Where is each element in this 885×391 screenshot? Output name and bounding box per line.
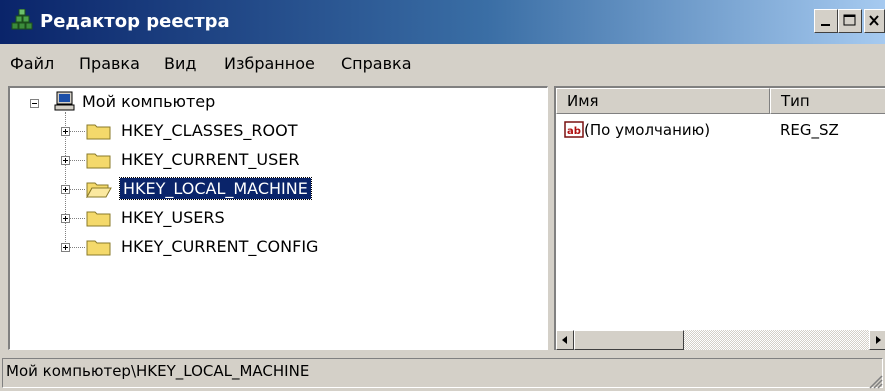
folder-icon	[86, 124, 111, 140]
registry-tree-pane[interactable]: Мой компьютер HKEY_CLASSES_ROOT HKEY_CUR…	[8, 86, 548, 350]
value-type: REG_SZ	[780, 121, 839, 139]
scroll-left-icon	[562, 336, 567, 344]
expand-toggle[interactable]	[61, 214, 70, 223]
scroll-right-icon	[876, 336, 881, 344]
column-header-name[interactable]: Имя	[556, 88, 770, 114]
resize-grip-icon[interactable]	[867, 373, 883, 389]
status-bar: Мой компьютер\HKEY_LOCAL_MACHINE	[0, 356, 885, 391]
menu-favorites[interactable]: Избранное	[224, 54, 315, 73]
folder-icon	[86, 153, 111, 169]
minimize-button[interactable]	[814, 9, 838, 33]
registry-editor-icon	[11, 9, 33, 30]
tree-node-hkey-current-user[interactable]: HKEY_CURRENT_USER	[121, 150, 299, 169]
expand-toggle[interactable]	[61, 243, 70, 252]
tree-node-hkey-local-machine[interactable]: HKEY_LOCAL_MACHINE	[119, 177, 312, 200]
title-bar[interactable]: Редактор реестра	[0, 0, 885, 44]
scroll-thumb[interactable]	[574, 330, 684, 350]
registry-editor-window: Редактор реестра Файл Правка Вид Избранн…	[0, 0, 885, 391]
collapse-toggle[interactable]	[30, 99, 39, 108]
scroll-right-button[interactable]	[869, 330, 885, 350]
scroll-left-button[interactable]	[556, 330, 574, 350]
expand-toggle[interactable]	[61, 127, 70, 136]
minimize-icon	[821, 24, 830, 26]
close-icon	[869, 15, 879, 26]
values-list-pane[interactable]: Имя Тип ab (По умолчанию) REG_SZ	[554, 86, 885, 350]
folder-icon	[86, 240, 111, 256]
computer-icon	[54, 91, 75, 111]
expand-toggle[interactable]	[61, 156, 70, 165]
close-button[interactable]	[864, 9, 885, 33]
expand-toggle[interactable]	[61, 185, 70, 194]
tree-node-hkey-classes-root[interactable]: HKEY_CLASSES_ROOT	[121, 121, 297, 140]
value-name: (По умолчанию)	[584, 121, 711, 139]
folder-icon	[86, 211, 111, 227]
menu-edit[interactable]: Правка	[79, 54, 140, 73]
string-value-icon: ab	[564, 121, 584, 138]
tree-node-my-computer[interactable]: Мой компьютер	[82, 92, 215, 111]
tree-node-hkey-users[interactable]: HKEY_USERS	[121, 208, 225, 227]
list-row[interactable]: ab (По умолчанию) REG_SZ	[556, 118, 885, 142]
menu-help[interactable]: Справка	[341, 54, 412, 73]
window-title: Редактор реестра	[40, 11, 230, 32]
menu-view[interactable]: Вид	[164, 54, 196, 73]
menu-file[interactable]: Файл	[10, 54, 54, 73]
maximize-button[interactable]	[838, 9, 862, 33]
tree-node-hkey-current-config[interactable]: HKEY_CURRENT_CONFIG	[121, 237, 318, 256]
menu-bar: Файл Правка Вид Избранное Справка	[0, 44, 885, 84]
horizontal-scrollbar[interactable]	[556, 330, 885, 350]
status-path: Мой компьютер\HKEY_LOCAL_MACHINE	[6, 362, 310, 380]
column-header-type[interactable]: Тип	[770, 88, 885, 114]
open-folder-icon	[86, 182, 112, 198]
svg-text:ab: ab	[567, 126, 581, 137]
maximize-icon	[843, 14, 856, 26]
